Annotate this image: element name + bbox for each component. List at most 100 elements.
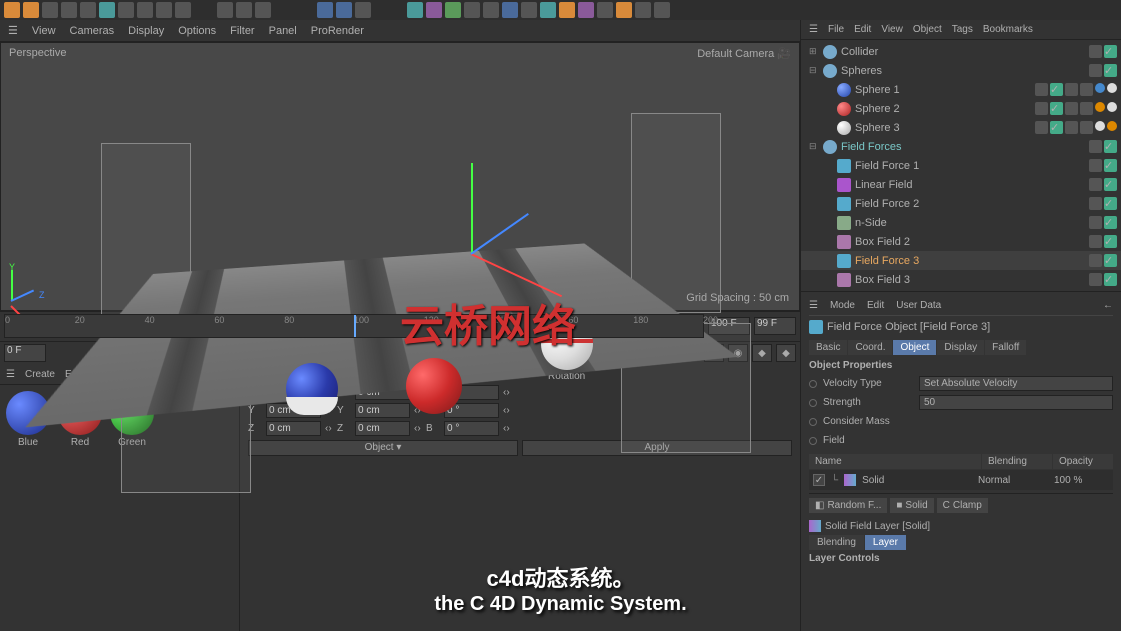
tag-icon[interactable] [1065, 83, 1078, 96]
checkbox-icon[interactable]: ✓ [813, 474, 825, 486]
anim-dot-icon[interactable] [809, 418, 817, 426]
object-name[interactable]: Field Force 2 [855, 198, 1085, 210]
material-tag-icon[interactable] [1095, 83, 1105, 93]
attr-tab[interactable]: Display [937, 340, 984, 355]
viewport-3d[interactable]: Perspective Default Camera 🎥 [0, 42, 800, 311]
object-tree-row[interactable]: Sphere 3 ✓ [801, 118, 1121, 137]
material-tag-icon[interactable] [1107, 83, 1117, 93]
layer-add-button[interactable]: CClamp [937, 498, 988, 513]
tool-icon[interactable] [255, 2, 271, 18]
object-name[interactable]: Field Forces [841, 141, 1085, 153]
hamburger-icon[interactable]: ☰ [809, 300, 818, 311]
menu-edit[interactable]: Edit [854, 24, 871, 35]
visibility-tag-icon[interactable]: ✓ [1104, 235, 1117, 248]
object-name[interactable]: Spheres [841, 65, 1085, 77]
visibility-tag-icon[interactable]: ✓ [1104, 254, 1117, 267]
menu-panel[interactable]: Panel [269, 25, 297, 37]
anim-dot-icon[interactable] [809, 380, 817, 388]
object-name[interactable]: Field Force 3 [855, 255, 1085, 267]
visibility-tag-icon[interactable]: ✓ [1104, 159, 1117, 172]
tool-icon[interactable] [355, 2, 371, 18]
menu-bookmarks[interactable]: Bookmarks [983, 24, 1033, 35]
timeline-start[interactable]: 0 F [4, 344, 46, 362]
visibility-tag-icon[interactable]: ✓ [1050, 102, 1063, 115]
prim-icon[interactable] [654, 2, 670, 18]
visibility-tag-icon[interactable]: ✓ [1104, 64, 1117, 77]
object-tree-row[interactable]: Sphere 2✓ [801, 99, 1121, 118]
object-name[interactable]: n-Side [855, 217, 1085, 229]
visibility-tag-icon[interactable]: ✓ [1104, 216, 1117, 229]
visibility-tag-icon[interactable]: ✓ [1050, 83, 1063, 96]
menu-object[interactable]: Object [913, 24, 942, 35]
tag-icon[interactable] [1080, 121, 1093, 134]
back-icon[interactable]: ← [1103, 300, 1113, 311]
material-tag-icon[interactable] [1095, 121, 1105, 131]
object-tree-row[interactable]: Field Force 2✓ [801, 194, 1121, 213]
layer-tag-icon[interactable] [1089, 45, 1102, 58]
visibility-tag-icon[interactable]: ✓ [1104, 178, 1117, 191]
tool-icon[interactable] [175, 2, 191, 18]
layer-tag-icon[interactable] [1089, 64, 1102, 77]
object-tree-row[interactable]: Box Field 2 ✓ [801, 232, 1121, 251]
anim-dot-icon[interactable] [809, 437, 817, 445]
object-tree-row[interactable]: ⊟Spheres✓ [801, 61, 1121, 80]
tag-icon[interactable] [1065, 102, 1078, 115]
object-name[interactable]: Field Force 1 [855, 160, 1085, 172]
attr-value-input[interactable]: 50 [919, 395, 1113, 410]
prim-icon[interactable] [559, 2, 575, 18]
prim-icon[interactable] [426, 2, 442, 18]
timeline-ruler[interactable]: 020406080100120140160180200 [4, 314, 704, 338]
layer-tab[interactable]: Layer [865, 535, 906, 550]
prim-icon[interactable] [540, 2, 556, 18]
visibility-tag-icon[interactable]: ✓ [1104, 45, 1117, 58]
expand-icon[interactable]: ⊞ [809, 46, 819, 57]
tool-icon[interactable] [236, 2, 252, 18]
object-tree-row[interactable]: Field Force 3 ✓ [801, 251, 1121, 270]
layer-add-button[interactable]: ■Solid [890, 498, 933, 513]
menu-mode[interactable]: Mode [830, 300, 855, 311]
object-name[interactable]: Box Field 3 [855, 274, 1085, 286]
attr-value-input[interactable]: Set Absolute Velocity [919, 376, 1113, 391]
object-name[interactable]: Box Field 2 [855, 236, 1085, 248]
material-tag-icon[interactable] [1095, 102, 1105, 112]
tool-icon[interactable] [61, 2, 77, 18]
prim-icon[interactable] [578, 2, 594, 18]
layer-tag-icon[interactable] [1035, 83, 1048, 96]
hamburger-icon[interactable]: ☰ [6, 369, 15, 380]
tag-icon[interactable] [1080, 83, 1093, 96]
object-tree-row[interactable]: Linear Field✓ [801, 175, 1121, 194]
layer-tag-icon[interactable] [1089, 197, 1102, 210]
visibility-tag-icon[interactable]: ✓ [1104, 140, 1117, 153]
tool-icon[interactable] [42, 2, 58, 18]
layer-tag-icon[interactable] [1089, 273, 1102, 286]
menu-view[interactable]: View [32, 25, 56, 37]
attr-tab[interactable]: Coord. [848, 340, 892, 355]
attr-tab[interactable]: Basic [809, 340, 847, 355]
prim-icon[interactable] [616, 2, 632, 18]
attr-tab[interactable]: Object [893, 340, 936, 355]
menu-prorender[interactable]: ProRender [311, 25, 364, 37]
layer-tag-icon[interactable] [1089, 159, 1102, 172]
tag-icon[interactable] [1065, 121, 1078, 134]
tool-icon[interactable] [4, 2, 20, 18]
prim-icon[interactable] [597, 2, 613, 18]
layer-tab[interactable]: Blending [809, 535, 864, 550]
menu-display[interactable]: Display [128, 25, 164, 37]
timeline-playhead[interactable] [354, 315, 356, 337]
menu-edit[interactable]: Edit [867, 300, 884, 311]
tool-icon[interactable] [80, 2, 96, 18]
object-name[interactable]: Sphere 3 [855, 122, 1031, 134]
layer-tag-icon[interactable] [1089, 178, 1102, 191]
object-tree-row[interactable]: Field Force 1 ✓ [801, 156, 1121, 175]
tool-icon[interactable] [137, 2, 153, 18]
render-icon[interactable] [336, 2, 352, 18]
visibility-tag-icon[interactable]: ✓ [1050, 121, 1063, 134]
tool-icon[interactable] [118, 2, 134, 18]
prim-icon[interactable] [464, 2, 480, 18]
prim-icon[interactable] [521, 2, 537, 18]
tag-icon[interactable] [1080, 102, 1093, 115]
object-tree-row[interactable]: n-Side ✓ [801, 213, 1121, 232]
material-tag-icon[interactable] [1107, 102, 1117, 112]
field-row-blend[interactable]: Normal [978, 475, 1048, 486]
object-tree-row[interactable]: Box Field 3✓ [801, 270, 1121, 289]
